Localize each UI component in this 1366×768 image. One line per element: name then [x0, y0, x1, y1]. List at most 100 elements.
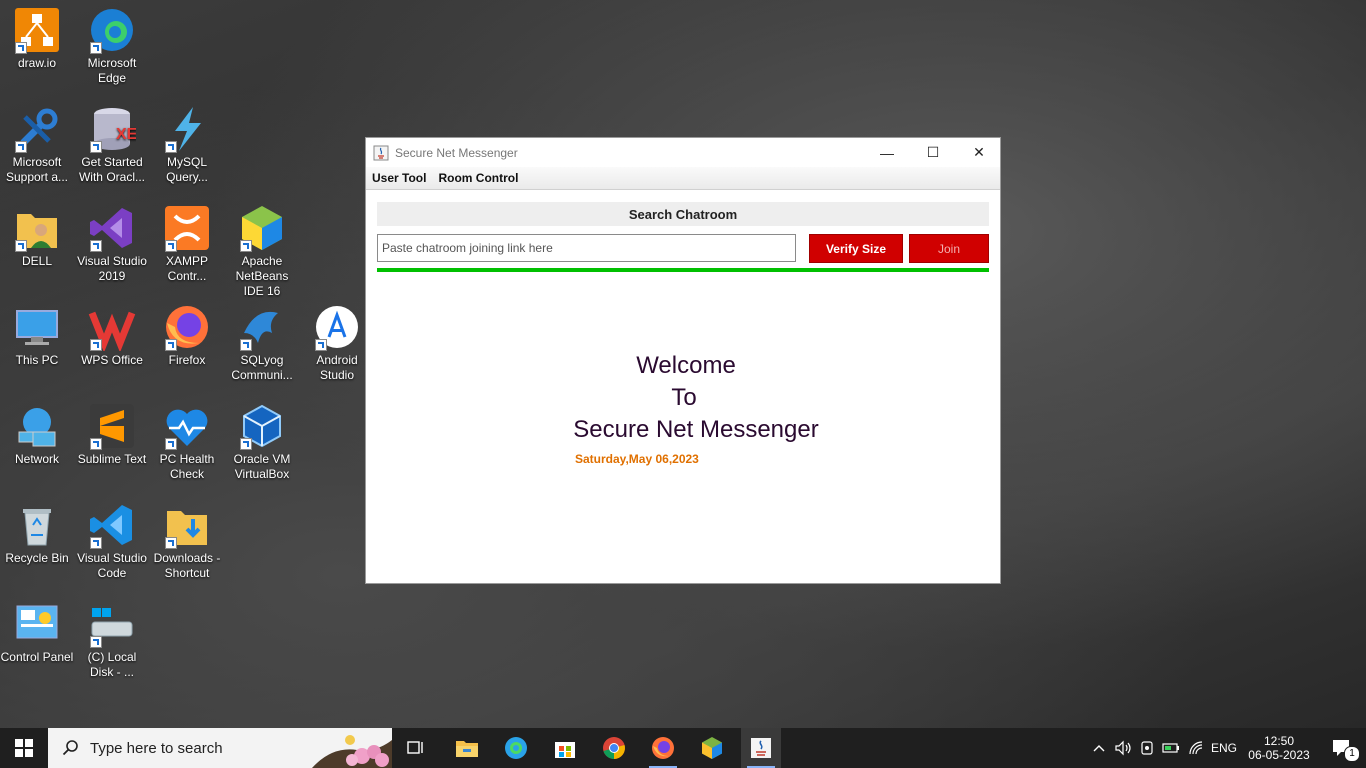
desktop-icon-dell[interactable]: DELL: [0, 204, 74, 269]
desktop-icon-netbeans[interactable]: Apache NetBeans IDE 16: [225, 204, 299, 299]
desktop-icon-ms-support[interactable]: Microsoft Support a...: [0, 105, 74, 185]
desktop-icon-vbox[interactable]: Oracle VM VirtualBox: [225, 402, 299, 482]
desktop-icon-label: Get Started With Oracl...: [78, 155, 145, 184]
desktop-icon-network[interactable]: Network: [0, 402, 74, 467]
shortcut-arrow-icon: [165, 537, 177, 549]
edge-icon: [88, 6, 136, 54]
desktop-icon-label: XAMPP Contr...: [165, 254, 208, 283]
chevron-up-icon: [1093, 745, 1105, 752]
oracle-icon: XE: [88, 105, 136, 153]
desktop-icon-label: Android Studio: [316, 353, 358, 382]
desktop-icon-label: Recycle Bin: [5, 551, 69, 565]
desktop-icon-wps[interactable]: WPS Office: [75, 303, 149, 368]
desktop-icon-firefox[interactable]: Firefox: [150, 303, 224, 368]
desktop-icon-downloads[interactable]: Downloads - Shortcut: [150, 501, 224, 581]
desktop-icon-sqlyog[interactable]: SQLyog Communi...: [225, 303, 299, 383]
desktop-icon-oracle[interactable]: XE Get Started With Oracl...: [75, 105, 149, 185]
wifi-icon: [1189, 741, 1203, 755]
window-title: Secure Net Messenger: [395, 145, 518, 160]
taskbar-java-app[interactable]: [741, 728, 781, 768]
desktop-icon-sublime[interactable]: Sublime Text: [75, 402, 149, 467]
netbeans-icon: [238, 204, 286, 252]
desktop-icon-edge[interactable]: Microsoft Edge: [75, 6, 149, 86]
taskbar-edge[interactable]: [496, 728, 536, 768]
xampp-icon: [163, 204, 211, 252]
desktop-icon-label: Sublime Text: [77, 452, 147, 466]
desktop-icon-android[interactable]: Android Studio: [300, 303, 374, 383]
svg-text:XE: XE: [116, 126, 136, 143]
taskbar-file-explorer[interactable]: [447, 728, 487, 768]
desktop-icon-pchealth[interactable]: PC Health Check: [150, 402, 224, 482]
desktop-icon-control[interactable]: Control Panel: [0, 600, 74, 665]
shortcut-arrow-icon: [315, 339, 327, 351]
taskbar-firefox[interactable]: [643, 728, 683, 768]
taskbar-netbeans[interactable]: [692, 728, 732, 768]
shortcut-arrow-icon: [240, 438, 252, 450]
shortcut-arrow-icon: [240, 240, 252, 252]
task-view-button[interactable]: [400, 728, 432, 768]
volume-button[interactable]: [1112, 728, 1134, 768]
taskbar-chrome[interactable]: [594, 728, 634, 768]
desktop-icon-label: Microsoft Edge: [87, 56, 137, 85]
menu-room-control[interactable]: Room Control: [432, 171, 524, 185]
shortcut-arrow-icon: [90, 240, 102, 252]
current-date: Saturday,May 06,2023: [575, 452, 699, 466]
secure-net-messenger-window[interactable]: Secure Net Messenger — ☐ ✕ User Tool Roo…: [365, 137, 1001, 584]
drawio-icon: [13, 6, 61, 54]
desktop-icon-localdisk[interactable]: (C) Local Disk - ...: [75, 600, 149, 680]
taskbar-store[interactable]: [545, 728, 585, 768]
desktop-icon-label: draw.io: [17, 56, 57, 70]
action-center-button[interactable]: 1: [1318, 728, 1366, 768]
store-icon: [555, 742, 575, 758]
clock-time: 12:50: [1263, 734, 1295, 748]
edge-icon: [505, 737, 527, 759]
desktop-icon-label: SQLyog Communi...: [231, 353, 293, 382]
desktop-icon-label: WPS Office: [81, 353, 143, 367]
notification-count: 1: [1344, 746, 1360, 762]
desktop-icon-label: Control Panel: [0, 650, 74, 664]
vscode-icon: [88, 501, 136, 549]
clock[interactable]: 12:50 06-05-2023: [1244, 728, 1314, 768]
battery-button[interactable]: [1160, 728, 1182, 768]
start-button[interactable]: [0, 728, 48, 768]
shortcut-arrow-icon: [90, 141, 102, 153]
meet-now-button[interactable]: [1137, 728, 1157, 768]
taskbar: Type here to search ENG 12:50 06-05-2023…: [0, 728, 1366, 768]
close-button[interactable]: ✕: [956, 138, 1002, 167]
taskbar-search-box[interactable]: Type here to search: [48, 728, 392, 768]
desktop-icon-drawio[interactable]: draw.io: [0, 6, 74, 71]
menu-user-tool[interactable]: User Tool: [366, 171, 432, 185]
desktop-icon-label: Downloads - Shortcut: [153, 551, 221, 580]
desktop-icon-vs2019[interactable]: Visual Studio 2019: [75, 204, 149, 284]
search-placeholder: Type here to search: [90, 739, 223, 757]
window-titlebar[interactable]: Secure Net Messenger — ☐ ✕: [366, 138, 1000, 167]
language-indicator[interactable]: ENG: [1210, 728, 1238, 768]
recycle-icon: [13, 501, 61, 549]
desktop-icon-recycle[interactable]: Recycle Bin: [0, 501, 74, 566]
desktop-icon-label: This PC: [15, 353, 59, 367]
desktop-icon-label: PC Health Check: [159, 452, 215, 481]
desktop-icon-label: Visual Studio 2019: [77, 254, 147, 283]
desktop-icon-vscode[interactable]: Visual Studio Code: [75, 501, 149, 581]
shortcut-arrow-icon: [165, 141, 177, 153]
search-chatroom-header: Search Chatroom: [377, 202, 989, 226]
show-hidden-icons[interactable]: [1090, 728, 1108, 768]
desktop-icon-thispc[interactable]: This PC: [0, 303, 74, 368]
join-button[interactable]: Join: [909, 234, 989, 263]
verify-size-button[interactable]: Verify Size: [809, 234, 903, 263]
maximize-button[interactable]: ☐: [910, 138, 956, 167]
welcome-line-2: To: [671, 384, 697, 411]
task-view-icon: [407, 741, 423, 754]
desktop-icon-xampp[interactable]: XAMPP Contr...: [150, 204, 224, 284]
folder-icon: [456, 741, 478, 757]
shortcut-arrow-icon: [165, 339, 177, 351]
desktop-icon-label: Visual Studio Code: [77, 551, 147, 580]
chatroom-link-input[interactable]: [377, 234, 796, 262]
desktop-icon-mysql[interactable]: MySQL Query...: [150, 105, 224, 185]
firefox-icon: [163, 303, 211, 351]
android-icon: [313, 303, 361, 351]
shortcut-arrow-icon: [15, 240, 27, 252]
shortcut-arrow-icon: [90, 636, 102, 648]
minimize-button[interactable]: —: [864, 138, 910, 167]
network-button[interactable]: [1186, 728, 1208, 768]
